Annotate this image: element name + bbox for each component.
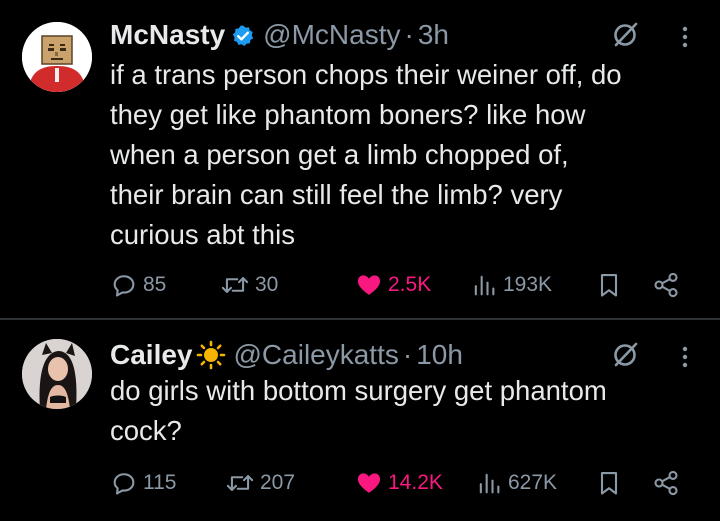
tweet[interactable]: McNasty @McNasty · 3h if a trans person … [0, 0, 720, 318]
verified-badge-icon[interactable] [231, 23, 255, 47]
tweet[interactable]: Cailey @Caileykatts · 10h do girls with … [0, 320, 720, 521]
tweet-text-line: they get like phantom boners? like how [110, 99, 586, 130]
views-button[interactable]: 193K [470, 268, 552, 302]
grok-icon[interactable] [610, 340, 640, 370]
tweet-text-line: cock? [110, 415, 182, 446]
tweet-text-line: if a trans person chops their weiner off… [110, 59, 622, 90]
sun-icon [196, 340, 226, 370]
action-bar: 85 30 2.5K 193K [110, 268, 710, 302]
reply-count: 85 [143, 273, 167, 296]
avatar[interactable] [22, 22, 92, 92]
share-button[interactable] [652, 466, 685, 500]
action-bar: 115 207 14.2K 627K [110, 466, 710, 500]
tweet-text-line: do girls with bottom surgery get phantom [110, 375, 607, 406]
share-icon [654, 272, 678, 298]
display-name[interactable]: McNasty [110, 19, 225, 51]
reply-icon [113, 473, 135, 495]
share-button[interactable] [652, 268, 685, 302]
bookmark-button[interactable] [595, 466, 628, 500]
repost-count: 30 [255, 273, 279, 296]
tweet-text-line: their brain can still feel the limb? ver… [110, 179, 563, 210]
repost-button[interactable]: 30 [220, 268, 278, 302]
more-options-icon[interactable] [675, 22, 695, 52]
timestamp[interactable]: 10h [416, 339, 463, 371]
tweet-text-line: when a person get a limb chopped of, [110, 139, 569, 170]
grok-icon[interactable] [610, 20, 640, 50]
like-button[interactable]: 14.2K [355, 466, 443, 500]
repost-count: 207 [260, 471, 296, 494]
timestamp[interactable]: 3h [418, 19, 449, 51]
share-icon [654, 470, 678, 496]
separator-dot: · [404, 19, 414, 50]
bookmark-icon [600, 274, 618, 297]
tweet-text: do girls with bottom surgery get phantom… [110, 371, 710, 451]
views-count: 193K [503, 273, 553, 296]
avatar[interactable] [22, 339, 92, 409]
reply-button[interactable]: 85 [110, 268, 166, 302]
display-name[interactable]: Cailey [110, 339, 193, 371]
like-button[interactable]: 2.5K [355, 268, 431, 302]
like-count: 2.5K [388, 273, 432, 296]
views-icon [479, 473, 500, 494]
repost-icon [226, 475, 254, 491]
like-count: 14.2K [388, 471, 443, 494]
tweet-text: if a trans person chops their weiner off… [110, 55, 710, 255]
tweet-header: Cailey @Caileykatts · 10h [110, 337, 463, 373]
user-handle[interactable]: @McNasty [263, 19, 400, 51]
views-button[interactable]: 627K [475, 466, 557, 500]
repost-icon [221, 277, 249, 293]
heart-icon [357, 275, 381, 295]
reply-icon [113, 275, 135, 297]
reply-button[interactable]: 115 [110, 466, 176, 500]
more-options-icon[interactable] [675, 342, 695, 372]
bookmark-icon [600, 472, 618, 495]
views-icon [474, 275, 495, 296]
bookmark-button[interactable] [595, 268, 628, 302]
reply-count: 115 [143, 471, 177, 494]
separator-dot: · [402, 339, 413, 370]
views-count: 627K [508, 471, 558, 494]
user-handle[interactable]: @Caileykatts [234, 339, 399, 371]
tweet-text-line: curious abt this [110, 219, 295, 250]
heart-icon [357, 473, 381, 493]
tweet-header: McNasty @McNasty · 3h [110, 17, 449, 53]
repost-button[interactable]: 207 [225, 466, 295, 500]
